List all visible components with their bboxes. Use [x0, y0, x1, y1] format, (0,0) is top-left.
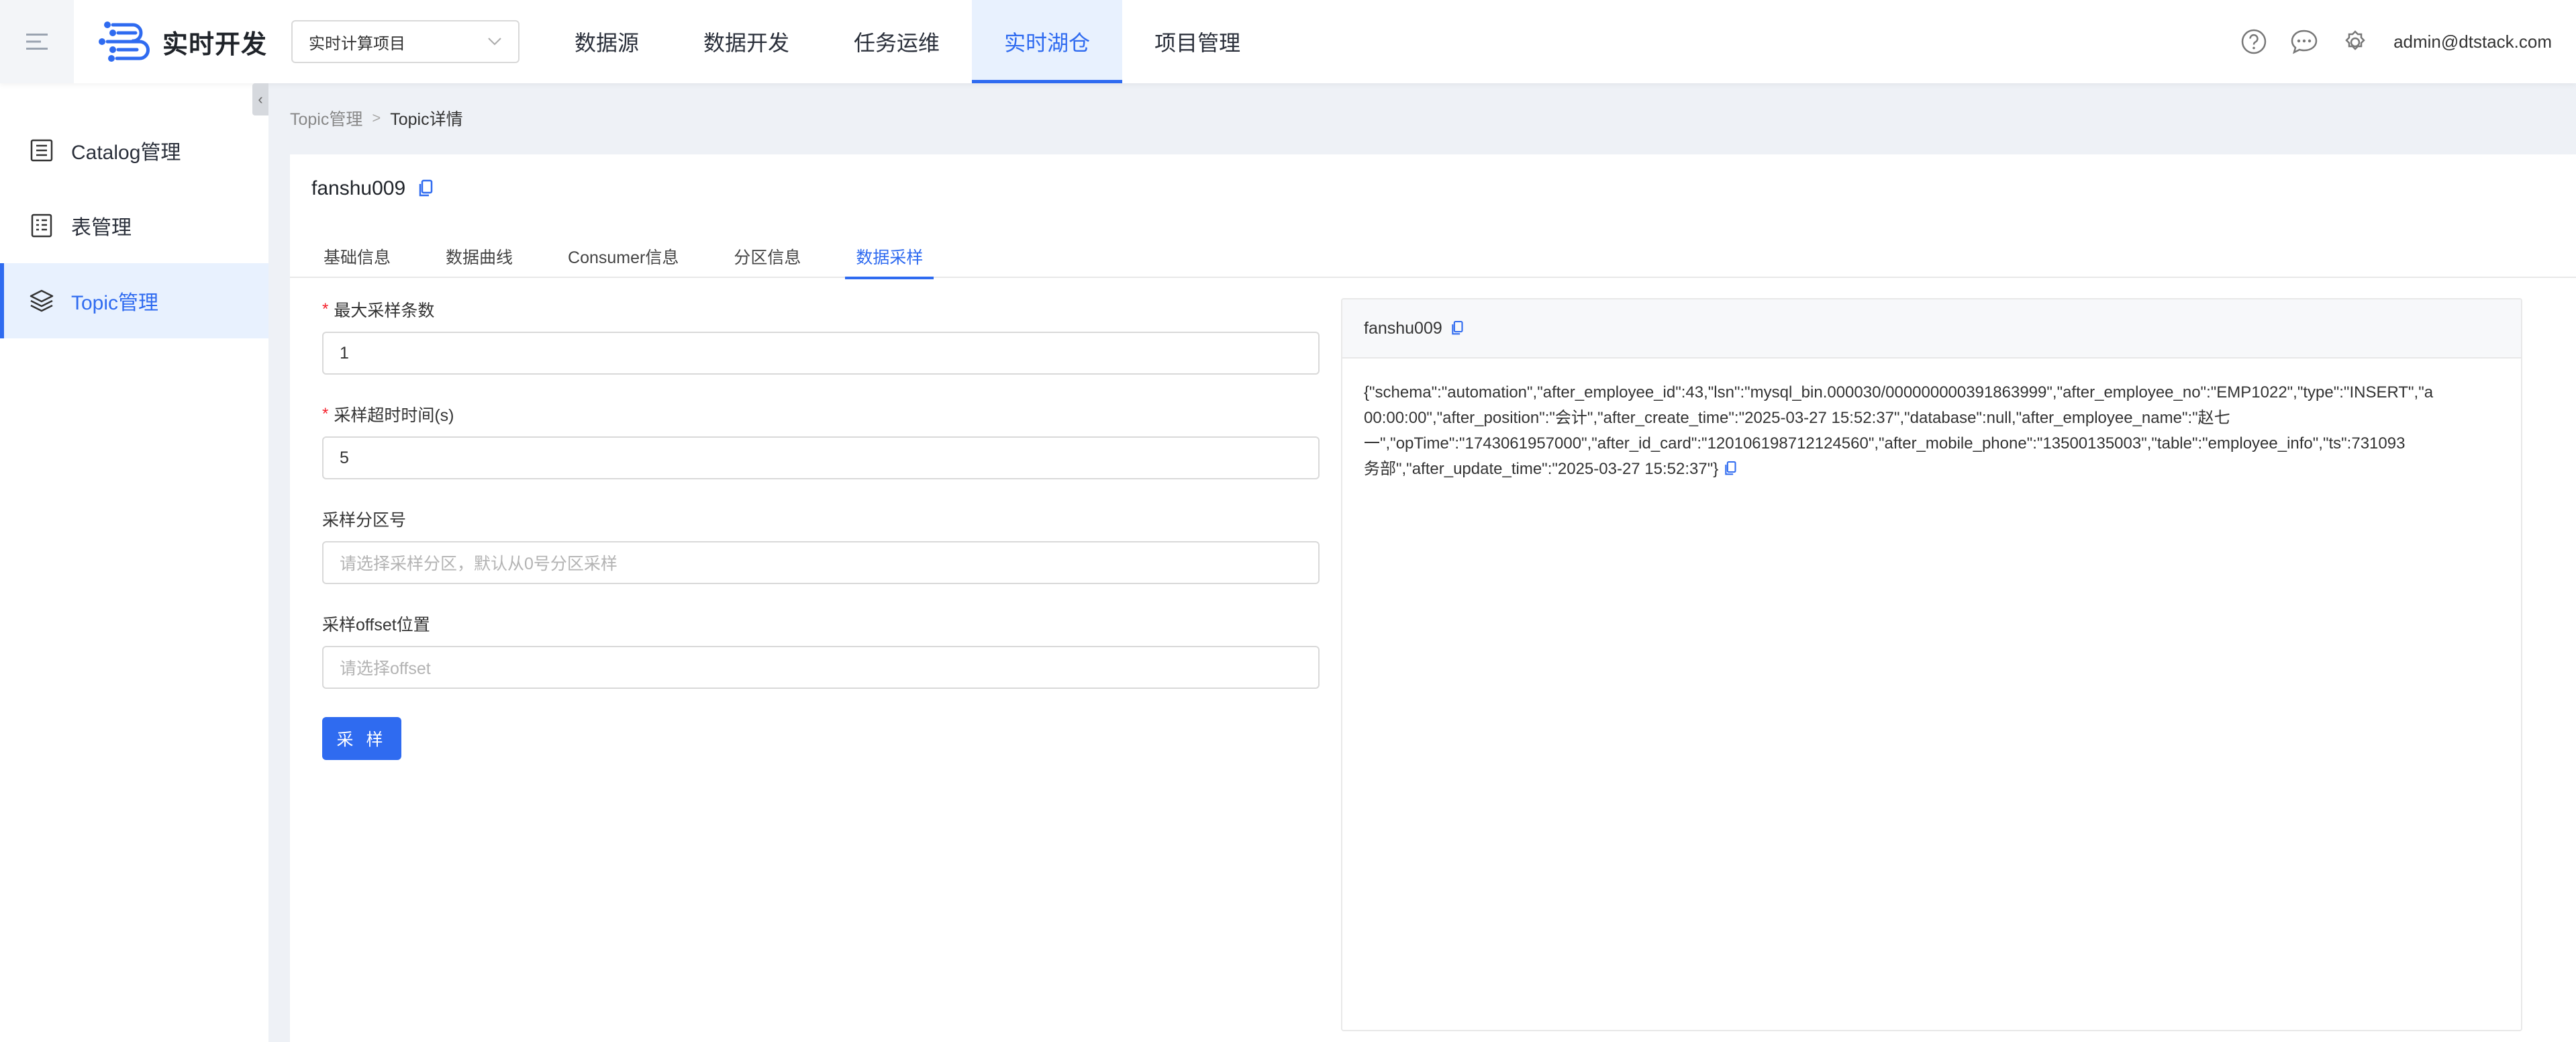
- detail-tabs: 基础信息 数据曲线 Consumer信息 分区信息 数据采样: [290, 235, 2576, 279]
- breadcrumb-current: Topic详情: [390, 110, 463, 129]
- sidebar-item-label: Catalog管理: [71, 142, 181, 164]
- sidebar-item-tables[interactable]: 表管理: [0, 188, 268, 263]
- record-line: 一","opTime":"1743061957000","after_id_ca…: [1364, 434, 2406, 453]
- project-select-value: 实时计算项目: [309, 34, 406, 53]
- sidebar-collapse-button[interactable]: ‹: [252, 83, 268, 115]
- timeout-label: * 采样超时时间(s): [322, 403, 1320, 426]
- sample-record-text: {"schema":"automation","after_employee_i…: [1342, 359, 2521, 485]
- timeout-input[interactable]: 5: [322, 436, 1320, 479]
- top-header: 实时开发 实时计算项目 数据源 数据开发 任务运维 实时湖仓 项目管理 admi…: [0, 0, 2576, 83]
- sidebar-item-topic[interactable]: Topic管理: [0, 263, 268, 338]
- app-title: 实时开发: [162, 30, 268, 59]
- layers-icon: [28, 287, 55, 314]
- header-actions: admin@dtstack.com: [2218, 28, 2576, 56]
- max-count-input[interactable]: 1: [322, 332, 1320, 375]
- offset-label: 采样offset位置: [322, 616, 430, 634]
- offset-select[interactable]: 请选择offset: [322, 646, 1320, 689]
- main-nav: 数据源 数据开发 任务运维 实时湖仓 项目管理: [542, 0, 1273, 83]
- partition-label: 采样分区号: [322, 511, 407, 530]
- user-account[interactable]: admin@dtstack.com: [2393, 32, 2552, 52]
- page-title: fanshu009: [311, 177, 434, 200]
- max-count-label-text: 最大采样条数: [334, 301, 435, 320]
- breadcrumb-parent-link[interactable]: Topic管理: [290, 106, 362, 130]
- project-select[interactable]: 实时计算项目: [291, 20, 520, 63]
- record-line-text: 务部","after_update_time":"2025-03-27 15:5…: [1364, 460, 1719, 478]
- max-count-field: * 最大采样条数 1: [322, 298, 1320, 375]
- message-icon[interactable]: [2290, 28, 2318, 55]
- help-icon[interactable]: [2240, 28, 2267, 55]
- app-logo[interactable]: 实时开发: [98, 19, 267, 64]
- topic-name: fanshu009: [311, 177, 406, 199]
- result-title: fanshu009: [1364, 318, 1442, 338]
- tab-consumer-info[interactable]: Consumer信息: [566, 235, 680, 278]
- settings-gear-icon[interactable]: [2341, 28, 2369, 56]
- logo-icon: [99, 21, 150, 62]
- required-mark: *: [322, 405, 329, 423]
- record-line-last: 务部","after_update_time":"2025-03-27 15:5…: [1364, 457, 2521, 485]
- chevron-down-icon: [488, 38, 501, 46]
- hamburger-icon: [26, 34, 48, 50]
- partition-select[interactable]: 请选择采样分区，默认从0号分区采样: [322, 541, 1320, 584]
- sample-result-panel: fanshu009 {"schema":"automation","after_…: [1341, 298, 2522, 1031]
- sidebar-item-label: 表管理: [71, 217, 132, 239]
- chevron-left-icon: ‹: [258, 91, 263, 107]
- tab-data-curve[interactable]: 数据曲线: [444, 235, 514, 278]
- record-line: {"schema":"automation","after_employee_i…: [1364, 383, 2434, 401]
- menu-toggle-button[interactable]: [0, 0, 74, 83]
- topic-detail-card: fanshu009 基础信息 数据曲线 Consumer信息 分区信息 数据采样…: [290, 154, 2576, 1042]
- breadcrumb: Topic管理 > Topic详情: [290, 106, 463, 130]
- max-count-label: * 最大采样条数: [322, 298, 1320, 321]
- partition-field: 采样分区号 请选择采样分区，默认从0号分区采样: [322, 508, 1320, 584]
- copy-icon[interactable]: [1450, 320, 1464, 336]
- timeout-field: * 采样超时时间(s) 5: [322, 403, 1320, 479]
- sidebar: Catalog管理 表管理 Topic管理: [0, 83, 268, 1042]
- tab-data-sampling[interactable]: 数据采样: [845, 235, 934, 279]
- nav-task-ops[interactable]: 任务运维: [822, 0, 972, 83]
- sidebar-item-catalog[interactable]: Catalog管理: [0, 113, 268, 188]
- sidebar-item-label: Topic管理: [71, 292, 159, 314]
- table-icon: [28, 212, 55, 239]
- nav-datasource[interactable]: 数据源: [542, 0, 671, 83]
- copy-icon[interactable]: [1724, 459, 1737, 485]
- copy-icon[interactable]: [417, 179, 434, 198]
- tab-basic-info[interactable]: 基础信息: [322, 235, 392, 278]
- result-header: fanshu009: [1342, 299, 2521, 359]
- required-mark: *: [322, 300, 329, 318]
- catalog-icon: [28, 137, 55, 164]
- record-line: 00:00:00","after_position":"会计","after_c…: [1364, 409, 2230, 427]
- offset-field: 采样offset位置 请选择offset: [322, 612, 1320, 689]
- nav-project-management[interactable]: 项目管理: [1122, 0, 1273, 83]
- timeout-label-text: 采样超时时间(s): [334, 406, 454, 425]
- nav-data-development[interactable]: 数据开发: [671, 0, 822, 83]
- sample-button[interactable]: 采 样: [322, 717, 401, 760]
- tab-partition-info[interactable]: 分区信息: [732, 235, 802, 278]
- nav-realtime-lakehouse[interactable]: 实时湖仓: [972, 0, 1123, 83]
- sampling-form: * 最大采样条数 1 * 采样超时时间(s) 5 采样分区号 请选择采样分区，默…: [322, 298, 1320, 760]
- breadcrumb-separator-icon: >: [372, 109, 381, 126]
